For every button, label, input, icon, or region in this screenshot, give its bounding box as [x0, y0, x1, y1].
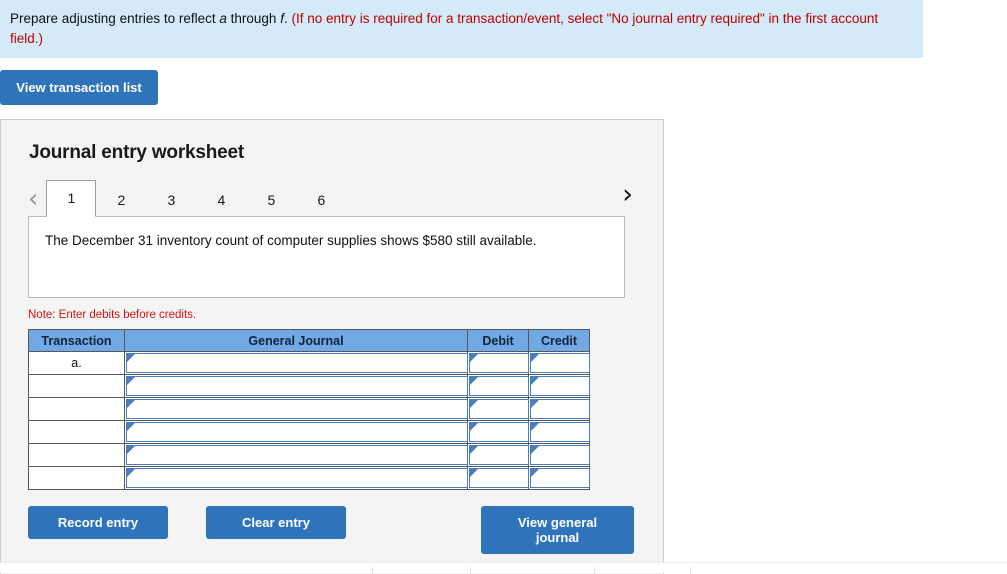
- account-select-1[interactable]: [126, 353, 468, 374]
- tab-6[interactable]: 6: [296, 182, 346, 217]
- dropdown-marker-icon: [127, 377, 135, 386]
- credit-cell-3: [528, 397, 590, 422]
- debit-cell-5: [467, 443, 529, 468]
- view-general-journal-button[interactable]: View general journal: [481, 506, 634, 555]
- journal-entry-worksheet-panel: Journal entry worksheet ‹ 1 2 3 4 5 6 › …: [0, 119, 664, 574]
- credit-input-3[interactable]: [530, 399, 590, 420]
- debit-input-6[interactable]: [469, 468, 529, 489]
- tab-2[interactable]: 2: [96, 182, 146, 217]
- worksheet-actions: Record entry Clear entry View general jo…: [28, 506, 634, 555]
- dropdown-marker-icon: [470, 400, 478, 409]
- debit-input-2[interactable]: [469, 376, 529, 397]
- credit-input-6[interactable]: [530, 468, 590, 489]
- account-select-2[interactable]: [126, 376, 468, 397]
- credit-cell-5: [528, 443, 590, 468]
- general-journal-cell-6: [124, 466, 468, 491]
- general-journal-cell-2: [124, 374, 468, 399]
- table-row: [28, 420, 590, 445]
- debit-input-4[interactable]: [469, 422, 529, 443]
- credit-input-1[interactable]: [530, 353, 590, 374]
- debit-cell-6: [467, 466, 529, 491]
- credit-cell-6: [528, 466, 590, 491]
- credit-cell-2: [528, 374, 590, 399]
- dropdown-marker-icon: [531, 400, 539, 409]
- tab-3[interactable]: 3: [146, 182, 196, 217]
- table-header-row: Transaction General Journal Debit Credit: [28, 329, 590, 353]
- debit-cell-2: [467, 374, 529, 399]
- column-header-debit: Debit: [467, 329, 529, 353]
- journal-entry-table: Transaction General Journal Debit Credit…: [28, 329, 590, 491]
- transaction-label-1: a.: [28, 351, 125, 376]
- account-select-3[interactable]: [126, 399, 468, 420]
- banner-italic-a: a: [219, 11, 227, 26]
- bottom-strip: [0, 562, 1007, 574]
- dropdown-marker-icon: [127, 469, 135, 478]
- table-row: [28, 374, 590, 399]
- dropdown-marker-icon: [470, 469, 478, 478]
- toolbar: View transaction list: [0, 58, 1007, 106]
- chevron-left-icon[interactable]: ‹: [28, 186, 38, 217]
- transaction-label-5: [28, 443, 125, 468]
- table-row: [28, 397, 590, 422]
- transaction-label-4: [28, 420, 125, 445]
- table-row: [28, 443, 590, 468]
- dropdown-marker-icon: [531, 446, 539, 455]
- debit-input-1[interactable]: [469, 353, 529, 374]
- general-journal-cell-4: [124, 420, 468, 445]
- transaction-label-6: [28, 466, 125, 491]
- account-select-6[interactable]: [126, 468, 468, 489]
- table-row: a.: [28, 351, 590, 376]
- dropdown-marker-icon: [470, 354, 478, 363]
- general-journal-cell-1: [124, 351, 468, 376]
- debit-cell-4: [467, 420, 529, 445]
- dropdown-marker-icon: [127, 446, 135, 455]
- dropdown-marker-icon: [470, 377, 478, 386]
- transaction-label-2: [28, 374, 125, 399]
- dropdown-marker-icon: [470, 446, 478, 455]
- debit-input-5[interactable]: [469, 445, 529, 466]
- account-select-4[interactable]: [126, 422, 468, 443]
- tab-5[interactable]: 5: [246, 182, 296, 217]
- dropdown-marker-icon: [531, 469, 539, 478]
- chevron-right-icon[interactable]: ›: [622, 181, 633, 213]
- account-select-5[interactable]: [126, 445, 468, 466]
- dropdown-marker-icon: [127, 423, 135, 432]
- dropdown-marker-icon: [531, 423, 539, 432]
- table-row: [28, 466, 590, 491]
- dropdown-marker-icon: [531, 377, 539, 386]
- dropdown-marker-icon: [127, 400, 135, 409]
- debit-cell-1: [467, 351, 529, 376]
- credit-cell-1: [528, 351, 590, 376]
- record-entry-button[interactable]: Record entry: [28, 506, 168, 540]
- banner-lead-text: Prepare adjusting entries to reflect: [10, 11, 220, 26]
- transaction-label-3: [28, 397, 125, 422]
- banner-mid-text: through: [226, 11, 281, 26]
- page-title: Journal entry worksheet: [29, 142, 245, 164]
- tab-1[interactable]: 1: [46, 180, 97, 218]
- debit-cell-3: [467, 397, 529, 422]
- dropdown-marker-icon: [127, 354, 135, 363]
- credit-input-2[interactable]: [530, 376, 590, 397]
- credit-input-4[interactable]: [530, 422, 590, 443]
- debits-before-credits-note: Note: Enter debits before credits.: [28, 309, 197, 322]
- credit-cell-4: [528, 420, 590, 445]
- general-journal-cell-5: [124, 443, 468, 468]
- scenario-description: The December 31 inventory count of compu…: [28, 216, 625, 299]
- credit-input-5[interactable]: [530, 445, 590, 466]
- view-transaction-list-button[interactable]: View transaction list: [0, 70, 158, 106]
- dropdown-marker-icon: [531, 354, 539, 363]
- clear-entry-button[interactable]: Clear entry: [206, 506, 346, 540]
- debit-input-3[interactable]: [469, 399, 529, 420]
- general-journal-cell-3: [124, 397, 468, 422]
- instruction-banner: Prepare adjusting entries to reflect a t…: [0, 0, 923, 59]
- tab-4[interactable]: 4: [196, 182, 246, 217]
- column-header-transaction: Transaction: [28, 329, 125, 353]
- column-header-general-journal: General Journal: [124, 329, 468, 353]
- column-header-credit: Credit: [528, 329, 590, 353]
- worksheet-tabbar: ‹ 1 2 3 4 5 6 ›: [1, 180, 663, 218]
- dropdown-marker-icon: [470, 423, 478, 432]
